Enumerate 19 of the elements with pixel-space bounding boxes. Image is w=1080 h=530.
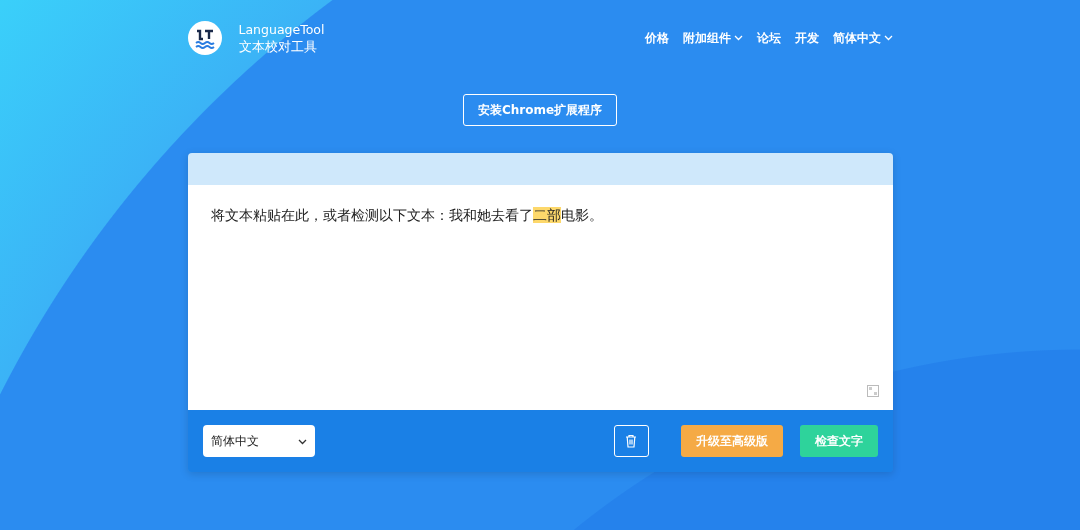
trash-icon xyxy=(625,434,637,448)
brand-tagline: 文本校对工具 xyxy=(238,38,318,55)
language-select[interactable]: 简体中文 xyxy=(202,425,315,457)
nav-link[interactable]: 附加组件 xyxy=(682,29,743,47)
text-editor[interactable]: 将文本粘贴在此，或者检测以下文本：我和她去看了二部电影。 xyxy=(187,185,893,410)
chevron-down-icon xyxy=(733,35,743,41)
chevron-down-icon xyxy=(297,439,307,445)
check-text-button[interactable]: 检查文字 xyxy=(799,425,878,457)
nav-link[interactable]: 简体中文 xyxy=(832,29,893,47)
install-extension-button[interactable]: 安装Chrome扩展程序 xyxy=(462,94,618,126)
nav-link[interactable]: 价格 xyxy=(644,29,669,47)
nav-link[interactable]: 开发 xyxy=(794,29,819,47)
delete-button[interactable] xyxy=(613,425,649,457)
upgrade-button[interactable]: 升级至高级版 xyxy=(680,425,783,457)
editor-text: 将文本粘贴在此，或者检测以下文本：我和她去看了二部电影。 xyxy=(210,206,604,225)
nav-link[interactable]: 论坛 xyxy=(756,29,781,47)
logo-icon[interactable] xyxy=(187,21,222,55)
chevron-down-icon xyxy=(883,35,893,41)
brand-name: LanguageTool xyxy=(238,21,325,37)
